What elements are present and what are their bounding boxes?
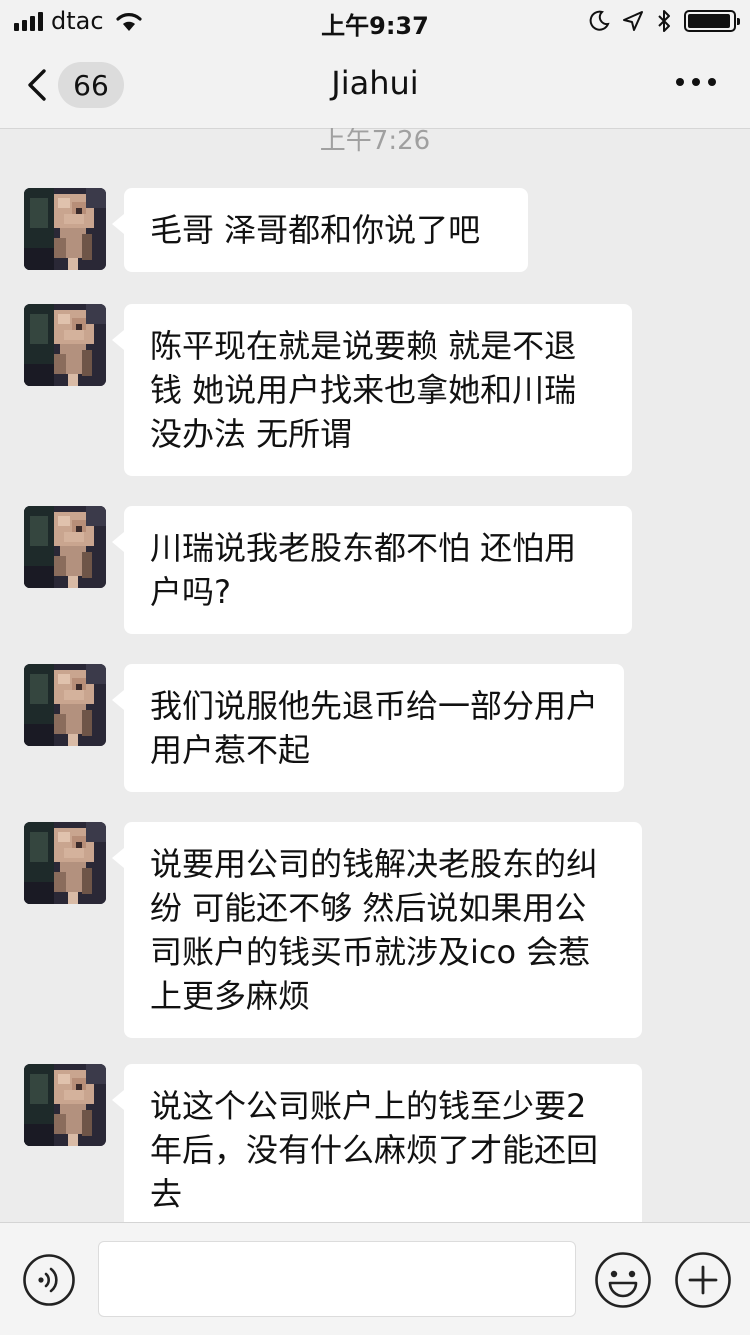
message-row: 说要用公司的钱解决老股东的纠纷 可能还不够 然后说如果用公司账户的钱买币就涉及i… (24, 822, 642, 1038)
message-bubble[interactable]: 说这个公司账户上的钱至少要2年后，没有什么麻烦了才能还回去 (112, 1064, 642, 1222)
message-input[interactable] (98, 1241, 576, 1317)
plus-icon[interactable] (674, 1251, 732, 1309)
message-row: 我们说服他先退币给一部分用户 用户惹不起 (24, 664, 624, 792)
message-bubble[interactable]: 川瑞说我老股东都不怕 还怕用户吗? (112, 506, 632, 634)
moon-icon (589, 10, 610, 31)
avatar[interactable] (24, 1064, 106, 1146)
more-dot-icon (708, 78, 716, 86)
message-bubble[interactable]: 毛哥 泽哥都和你说了吧 (112, 188, 528, 272)
message-row: 毛哥 泽哥都和你说了吧 (24, 188, 528, 272)
message-row: 陈平现在就是说要赖 就是不退钱 她说用户找来也拿她和川瑞没办法 无所谓 (24, 304, 632, 476)
avatar[interactable] (24, 188, 106, 270)
unread-count-badge: 66 (58, 62, 124, 108)
battery-level (688, 14, 730, 28)
message-timestamp: 上午7:26 (319, 128, 431, 156)
emoji-icon[interactable] (594, 1251, 652, 1309)
more-dot-icon (676, 78, 684, 86)
avatar[interactable] (24, 664, 106, 746)
back-button[interactable]: 66 (26, 60, 124, 110)
voice-icon[interactable] (22, 1253, 76, 1307)
status-bar: dtac 上午9:37 (0, 0, 750, 42)
avatar[interactable] (24, 304, 106, 386)
status-right (588, 6, 740, 36)
message-row: 说这个公司账户上的钱至少要2年后，没有什么麻烦了才能还回去 (24, 1064, 642, 1222)
location-arrow-icon (623, 11, 643, 31)
battery-tip (737, 18, 740, 25)
input-bar (0, 1222, 750, 1335)
chevron-left-icon (28, 69, 46, 101)
message-bubble[interactable]: 陈平现在就是说要赖 就是不退钱 她说用户找来也拿她和川瑞没办法 无所谓 (112, 304, 632, 476)
battery-icon (684, 10, 740, 32)
message-bubble[interactable]: 说要用公司的钱解决老股东的纠纷 可能还不够 然后说如果用公司账户的钱买币就涉及i… (112, 822, 642, 1038)
message-row: 川瑞说我老股东都不怕 还怕用户吗? (24, 506, 632, 634)
nav-bar: 66 Jiahui (0, 42, 750, 129)
avatar[interactable] (24, 506, 106, 588)
chat-area[interactable]: 上午7:26 毛哥 泽哥都和你说了吧 陈平现在就是说要赖 就是不退钱 她说用户找… (0, 128, 750, 1222)
more-dot-icon (692, 78, 700, 86)
message-bubble[interactable]: 我们说服他先退币给一部分用户 用户惹不起 (112, 664, 624, 792)
more-options-button[interactable] (676, 78, 716, 86)
avatar[interactable] (24, 822, 106, 904)
bluetooth-icon (658, 10, 670, 32)
